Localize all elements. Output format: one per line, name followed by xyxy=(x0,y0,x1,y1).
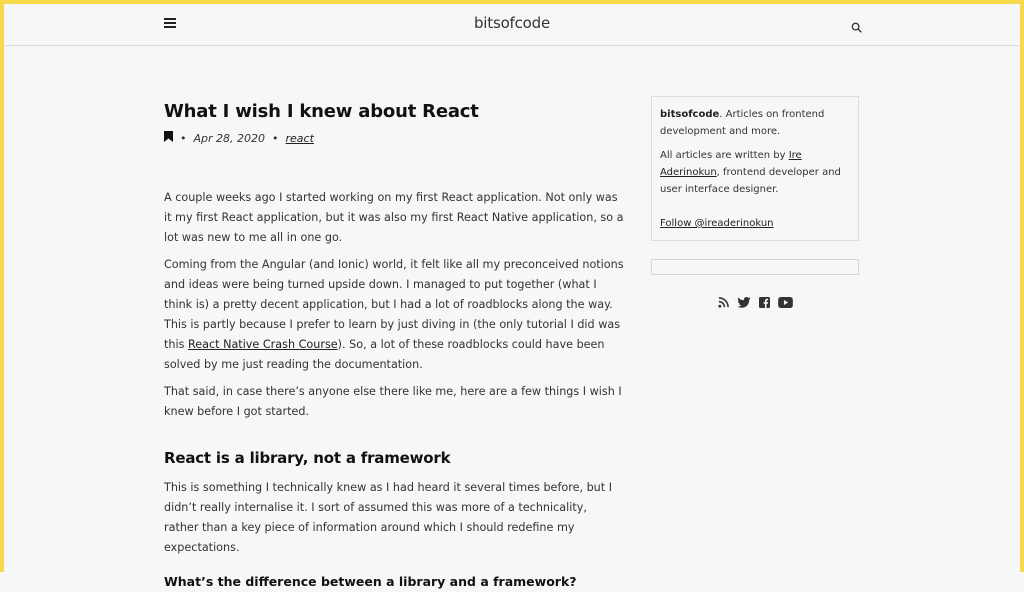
search-icon[interactable] xyxy=(851,18,863,33)
sidebar-search-input[interactable] xyxy=(651,259,859,275)
post-title: What I wish I knew about React xyxy=(164,101,479,122)
author-info: All articles are written by Ire Aderinok… xyxy=(660,147,850,198)
youtube-icon[interactable] xyxy=(777,293,793,312)
subsection-heading: What’s the difference between a library … xyxy=(164,574,577,589)
crash-course-link[interactable]: React Native Crash Course xyxy=(188,338,338,351)
about-description: bitsofcode. Articles on frontend develop… xyxy=(660,106,850,140)
post-date: Apr 28, 2020 xyxy=(193,131,266,145)
bookmark-icon[interactable] xyxy=(164,131,173,145)
top-navbar: bitsofcode xyxy=(4,4,1020,46)
section-heading: React is a library, not a framework xyxy=(164,449,451,467)
about-box: bitsofcode. Articles on frontend develop… xyxy=(651,96,859,241)
paragraph: A couple weeks ago I started working on … xyxy=(164,191,624,244)
social-links xyxy=(651,293,859,312)
author-prefix: All articles are written by xyxy=(660,150,789,161)
facebook-icon[interactable] xyxy=(758,293,770,312)
sidebar: bitsofcode. Articles on frontend develop… xyxy=(651,96,859,312)
rss-icon[interactable] xyxy=(717,293,729,312)
post-meta: • Apr 28, 2020 • react xyxy=(164,130,624,146)
paragraph: This is something I technically knew as … xyxy=(164,481,613,554)
paragraph: Coming from the Angular (and Ionic) worl… xyxy=(164,255,624,375)
sidebar-brand: bitsofcode xyxy=(660,109,720,120)
paragraph: That said, in case there’s anyone else t… xyxy=(164,385,622,418)
article-column: What I wish I knew about React • Apr 28,… xyxy=(164,100,624,592)
meta-separator: • xyxy=(272,131,279,145)
meta-separator: • xyxy=(180,131,187,145)
follow-row: Follow @ireaderinokun xyxy=(660,215,850,232)
post-tag-link[interactable]: react xyxy=(286,132,314,145)
twitter-icon[interactable] xyxy=(736,293,751,312)
article-body: A couple weeks ago I started working on … xyxy=(164,188,624,592)
follow-link[interactable]: Follow @ireaderinokun xyxy=(660,218,774,229)
site-logo[interactable]: bitsofcode xyxy=(4,14,1020,32)
